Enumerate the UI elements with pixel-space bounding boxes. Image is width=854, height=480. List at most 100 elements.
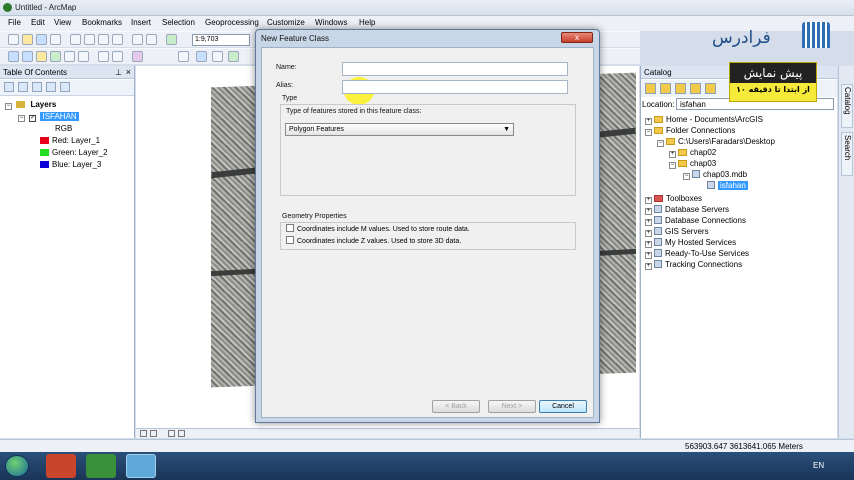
arcmap-taskbar-icon[interactable] <box>126 454 156 478</box>
catalog-item-home[interactable]: + Home - Documents\ArcGIS <box>645 115 763 125</box>
list-by-selection-icon[interactable] <box>46 82 56 92</box>
menu-edit[interactable]: Edit <box>31 18 45 27</box>
collapse-icon[interactable]: − <box>18 115 25 122</box>
redo-icon[interactable] <box>146 34 157 45</box>
list-by-visibility-icon[interactable] <box>32 82 42 92</box>
collapse-icon[interactable]: − <box>5 103 12 110</box>
connect-folder-icon[interactable] <box>705 83 716 94</box>
m-values-checkbox[interactable]: Coordinates include M values. Used to st… <box>286 224 470 233</box>
toc-layer-isfahan[interactable]: − ✓ ISFAHAN <box>18 112 79 122</box>
catalog-item-tracking-connections[interactable]: + Tracking Connections <box>645 260 742 270</box>
menu-help[interactable]: Help <box>359 18 375 27</box>
home-icon[interactable] <box>690 83 701 94</box>
expand-icon[interactable]: + <box>645 197 652 204</box>
expand-icon[interactable]: + <box>645 230 652 237</box>
catalog-item-gis-servers[interactable]: + GIS Servers <box>645 227 709 237</box>
identify-icon[interactable] <box>196 51 207 62</box>
tab-catalog[interactable]: Catalog <box>841 84 853 128</box>
paste-icon[interactable] <box>98 34 109 45</box>
back-extent-icon[interactable] <box>98 51 109 62</box>
pause-drawing-icon[interactable] <box>178 430 185 437</box>
zoom-out-icon[interactable] <box>22 51 33 62</box>
select-features-icon[interactable] <box>132 51 143 62</box>
catalog-item-ready-to-use[interactable]: + Ready-To-Use Services <box>645 249 749 259</box>
fixed-zoom-out-icon[interactable] <box>78 51 89 62</box>
catalog-item-isfahan[interactable]: isfahan <box>707 181 748 190</box>
save-icon[interactable] <box>36 34 47 45</box>
list-by-source-icon[interactable] <box>18 82 28 92</box>
forward-extent-icon[interactable] <box>112 51 123 62</box>
menu-selection[interactable]: Selection <box>162 18 195 27</box>
delete-icon[interactable] <box>112 34 123 45</box>
forward-arrow-icon[interactable] <box>660 83 671 94</box>
feature-type-dropdown[interactable]: Polygon Features ▼ <box>285 123 514 136</box>
back-arrow-icon[interactable] <box>645 83 656 94</box>
measure-icon[interactable] <box>228 51 239 62</box>
menu-insert[interactable]: Insert <box>131 18 151 27</box>
catalog-item-database-servers[interactable]: + Database Servers <box>645 205 729 215</box>
fixed-zoom-in-icon[interactable] <box>64 51 75 62</box>
find-icon[interactable] <box>212 51 223 62</box>
menu-view[interactable]: View <box>54 18 71 27</box>
select-elements-icon[interactable] <box>178 51 189 62</box>
pin-icon[interactable]: ⊥ <box>115 68 122 77</box>
collapse-icon[interactable]: − <box>657 140 664 147</box>
language-indicator[interactable]: EN <box>813 461 824 470</box>
start-button[interactable] <box>5 455 29 477</box>
toc-options-icon[interactable] <box>60 82 70 92</box>
alias-field[interactable] <box>342 80 568 94</box>
map-scale-input[interactable]: 1:9,703 <box>192 34 250 46</box>
new-document-icon[interactable] <box>8 34 19 45</box>
undo-icon[interactable] <box>132 34 143 45</box>
print-icon[interactable] <box>50 34 61 45</box>
catalog-item-toolboxes[interactable]: + Toolboxes <box>645 194 702 204</box>
powerpoint-taskbar-icon[interactable] <box>46 454 76 478</box>
expand-icon[interactable]: + <box>645 263 652 270</box>
up-folder-icon[interactable] <box>675 83 686 94</box>
catalog-item-folder-connections[interactable]: − Folder Connections <box>645 126 735 136</box>
refresh-icon[interactable] <box>168 430 175 437</box>
collapse-icon[interactable]: − <box>645 129 652 136</box>
layers-dataframe[interactable]: − Layers <box>5 100 56 110</box>
expand-icon[interactable]: + <box>645 219 652 226</box>
expand-icon[interactable]: + <box>645 252 652 259</box>
back-button[interactable]: < Back <box>432 400 480 413</box>
list-by-drawing-order-icon[interactable] <box>4 82 14 92</box>
copy-icon[interactable] <box>84 34 95 45</box>
cut-icon[interactable] <box>70 34 81 45</box>
dialog-close-button[interactable]: x <box>561 32 593 43</box>
open-folder-icon[interactable] <box>22 34 33 45</box>
expand-icon[interactable]: + <box>645 118 652 125</box>
catalog-item-hosted-services[interactable]: + My Hosted Services <box>645 238 736 248</box>
checkbox-box[interactable] <box>286 224 294 232</box>
collapse-icon[interactable]: − <box>683 173 690 180</box>
menu-bookmarks[interactable]: Bookmarks <box>82 18 122 27</box>
pan-icon[interactable] <box>36 51 47 62</box>
catalog-item-desktop[interactable]: − C:\Users\Faradars\Desktop <box>657 137 775 147</box>
name-field[interactable] <box>342 62 568 76</box>
zoom-in-icon[interactable] <box>8 51 19 62</box>
catalog-item-chap03[interactable]: − chap03 <box>669 159 716 169</box>
close-icon[interactable]: × <box>126 67 131 77</box>
catalog-item-chap03-mdb[interactable]: − chap03.mdb <box>683 170 747 180</box>
menu-geoprocessing[interactable]: Geoprocessing <box>205 18 259 27</box>
collapse-icon[interactable]: − <box>669 162 676 169</box>
layout-view-icon[interactable] <box>150 430 157 437</box>
tab-search[interactable]: Search <box>841 132 853 176</box>
expand-icon[interactable]: + <box>645 208 652 215</box>
catalog-item-chap02[interactable]: + chap02 <box>669 148 716 158</box>
expand-icon[interactable]: + <box>645 241 652 248</box>
data-view-icon[interactable] <box>140 430 147 437</box>
full-extent-icon[interactable] <box>50 51 61 62</box>
next-button[interactable]: Next > <box>488 400 536 413</box>
add-data-icon[interactable] <box>166 34 177 45</box>
camtasia-taskbar-icon[interactable] <box>86 454 116 478</box>
menu-windows[interactable]: Windows <box>315 18 347 27</box>
checkbox-box[interactable] <box>286 236 294 244</box>
menu-file[interactable]: File <box>8 18 21 27</box>
z-values-checkbox[interactable]: Coordinates include Z values. Used to st… <box>286 236 461 245</box>
catalog-item-database-connections[interactable]: + Database Connections <box>645 216 746 226</box>
expand-icon[interactable]: + <box>669 151 676 158</box>
menu-customize[interactable]: Customize <box>267 18 305 27</box>
layer-visibility-checkbox[interactable]: ✓ <box>29 115 37 122</box>
